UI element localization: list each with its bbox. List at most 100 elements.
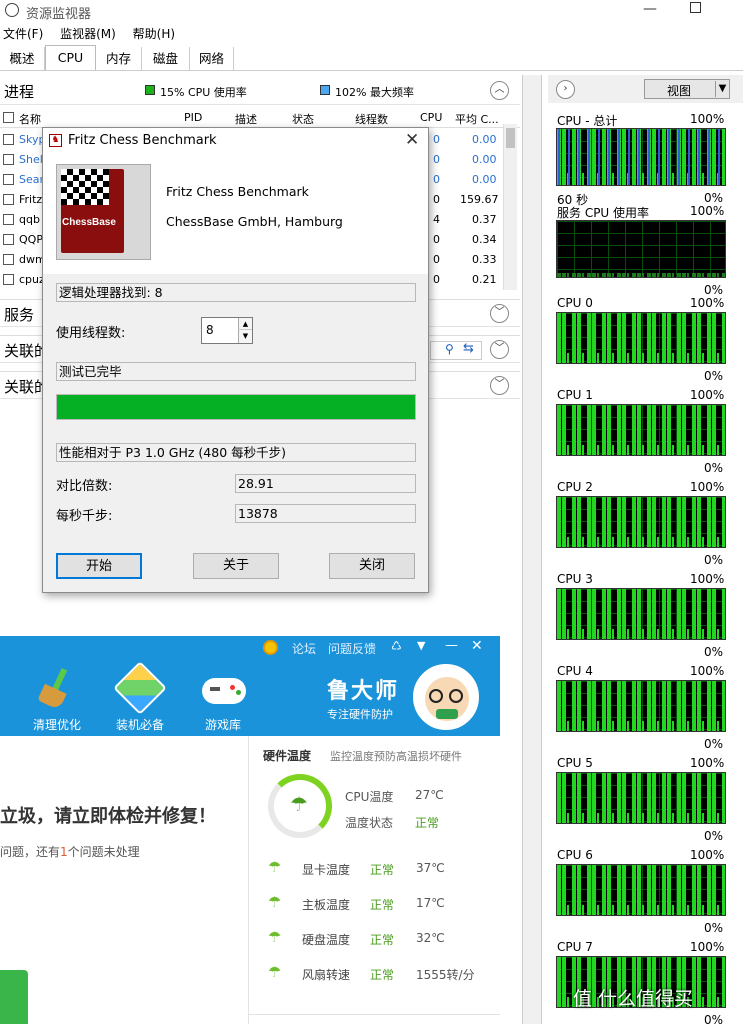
chessbase-logo: ChessBase [56, 164, 151, 260]
alert-subtext: 问题，还有1个问题未处理 [0, 843, 140, 860]
process-table-header: 名称 PID 描述 状态 线程数 CPU 平均 C... [0, 108, 520, 128]
spin-up-icon[interactable]: ▲ [238, 318, 252, 330]
col-cpu[interactable]: CPU [420, 111, 442, 124]
graph-max-label: 100% [690, 296, 725, 310]
graph-max-label: 100% [690, 388, 725, 402]
graph-max-label: 100% [690, 848, 725, 862]
nav-games[interactable]: 游戏库 [205, 716, 241, 733]
col-pid[interactable]: PID [184, 111, 202, 124]
feedback-link[interactable]: 问题反馈 [328, 640, 376, 657]
menu-file[interactable]: 文件(F) [3, 27, 43, 41]
chevron-down-icon[interactable]: ﹀ [490, 304, 509, 323]
cpu-usage-text: 15% CPU 使用率 [160, 86, 247, 99]
row-checkbox[interactable] [3, 194, 14, 205]
process-cpu: 0 [433, 173, 440, 186]
alert-sub-count: 1 [60, 845, 68, 859]
spin-down-icon[interactable]: ▼ [238, 330, 252, 343]
minimize-icon[interactable]: — [445, 638, 458, 653]
threads-label: 使用线程数: [56, 326, 126, 341]
view-label: 视图 [667, 84, 692, 98]
about-button[interactable]: 关于 [193, 553, 279, 579]
cube-icon[interactable] [113, 661, 167, 715]
tab-memory[interactable]: 内存 [96, 47, 142, 70]
maximize-icon[interactable] [690, 2, 701, 13]
cpu-graph [556, 128, 726, 186]
tab-cpu[interactable]: CPU [45, 45, 96, 70]
mascot-avatar[interactable] [413, 664, 479, 730]
search-icon[interactable]: ⚲ [445, 342, 454, 356]
gpu-temp-state: 正常 [370, 863, 395, 877]
temp-subtitle: 监控温度预防高温损坏硬件 [330, 750, 462, 763]
threads-spinner[interactable]: 8 ▲ ▼ [201, 317, 253, 344]
medal-icon[interactable] [263, 640, 278, 655]
fan-speed-label: 风扇转速 [302, 968, 351, 982]
menu-help[interactable]: 帮助(H) [133, 27, 175, 41]
chevron-down-icon[interactable]: ﹀ [490, 376, 509, 395]
disk-temp-value: 32℃ [416, 931, 445, 945]
nav-install[interactable]: 装机必备 [116, 716, 164, 733]
close-button[interactable]: 关闭 [329, 553, 415, 579]
cpu-usage-swatch [145, 85, 155, 95]
green-action-button[interactable] [0, 970, 28, 1024]
process-scrollbar[interactable] [503, 124, 517, 290]
minimize-icon[interactable]: — [643, 1, 657, 17]
services-title: 服务 [4, 306, 35, 324]
dropdown-arrow-icon: ▼ [715, 81, 729, 97]
fan-speed-value: 1555转/分 [416, 968, 475, 982]
process-cpu: 0 [433, 133, 440, 146]
status-field: 测试已完毕 [56, 362, 416, 381]
dialog-title: Fritz Chess Benchmark [68, 133, 217, 148]
forum-link[interactable]: 论坛 [292, 640, 316, 657]
progress-fill [57, 395, 415, 419]
row-checkbox[interactable] [3, 234, 14, 245]
view-button[interactable]: 视图 ▼ [644, 79, 730, 99]
menu-monitor[interactable]: 监视器(M) [60, 27, 116, 41]
chessbase-logo-text: ChessBase [62, 217, 116, 228]
menu-icon[interactable]: ▼ [417, 639, 425, 652]
col-threads[interactable]: 线程数 [355, 111, 388, 127]
tab-network[interactable]: 网络 [190, 47, 234, 70]
row-checkbox[interactable] [3, 154, 14, 165]
row-checkbox[interactable] [3, 274, 14, 285]
chevron-up-icon[interactable]: ︿ [490, 81, 509, 100]
fan-speed-state: 正常 [370, 968, 395, 982]
close-icon[interactable]: ✕ [471, 638, 483, 654]
col-avg-cpu[interactable]: 平均 C... [455, 111, 499, 127]
search-handles-input[interactable] [430, 341, 482, 360]
graph-label: CPU 0 [557, 296, 593, 310]
row-checkbox[interactable] [3, 134, 14, 145]
tab-overview[interactable]: 概述 [0, 47, 45, 70]
graph-min-label: 0% [704, 191, 724, 205]
tab-disk[interactable]: 磁盘 [142, 47, 190, 70]
skin-icon[interactable]: ♺ [391, 639, 402, 653]
refresh-icon[interactable]: ⇆ [463, 341, 474, 356]
nav-clean[interactable]: 清理优化 [33, 716, 81, 733]
col-status[interactable]: 状态 [292, 111, 314, 127]
threads-value[interactable]: 8 [206, 323, 214, 337]
process-cpu: 0 [433, 193, 440, 206]
start-button[interactable]: 开始 [56, 553, 142, 579]
dialog-titlebar: ♞ Fritz Chess Benchmark ✕ [43, 128, 428, 154]
row-checkbox[interactable] [3, 254, 14, 265]
brand-title: 鲁大师 [327, 679, 400, 704]
graph-label: CPU 2 [557, 480, 593, 494]
processes-header[interactable]: 进程 15% CPU 使用率 102% 最大频率 ︿ [0, 77, 520, 105]
broom-icon[interactable] [37, 667, 74, 711]
disk-temp-label: 硬盘温度 [302, 933, 351, 947]
chevron-right-icon[interactable]: › [556, 80, 575, 99]
ludashi-header: 论坛 问题反馈 ♺ ▼ — ✕ 清理优化 装机必备 游戏库 鲁大师 专注硬件防护 [0, 636, 500, 736]
chevron-down-icon[interactable]: ﹀ [490, 340, 509, 359]
graph-label: CPU 1 [557, 388, 593, 402]
select-all-checkbox[interactable] [3, 112, 14, 123]
gamepad-icon[interactable] [202, 678, 246, 704]
umbrella-icon: ☂ [268, 858, 282, 876]
col-desc[interactable]: 描述 [235, 111, 257, 127]
process-cpu: 0 [433, 233, 440, 246]
col-name[interactable]: 名称 [19, 111, 41, 127]
close-icon[interactable]: ✕ [405, 130, 419, 150]
umbrella-icon: ☂ [268, 893, 282, 911]
row-checkbox[interactable] [3, 174, 14, 185]
pane-splitter[interactable] [522, 75, 542, 1024]
process-name: Sear [19, 173, 45, 186]
row-checkbox[interactable] [3, 214, 14, 225]
